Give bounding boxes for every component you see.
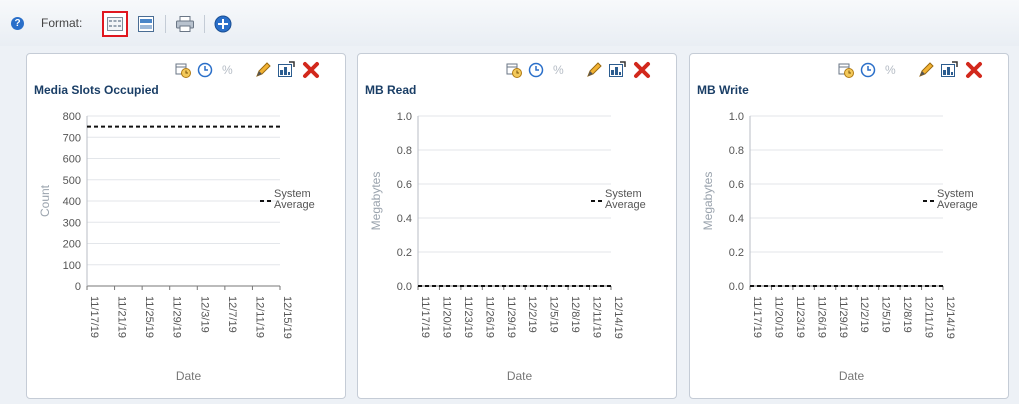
x-tick-label: 11/25/19 [143, 296, 155, 338]
y-tick-label: 0.6 [397, 179, 412, 191]
y-tick-label: 0.8 [729, 145, 744, 157]
x-tick-label: 12/15/19 [281, 296, 293, 339]
x-tick-label: 12/5/19 [548, 296, 560, 333]
y-tick-label: 0.2 [729, 247, 744, 259]
y-tick-label: 500 [63, 175, 81, 187]
x-tick-label: 11/26/19 [483, 296, 495, 338]
x-tick-label: 12/5/19 [880, 296, 892, 333]
y-tick-label: 200 [63, 239, 81, 251]
x-tick-label: 11/29/19 [505, 296, 517, 338]
y-tick-label: 1.0 [729, 111, 744, 123]
y-tick-label: 300 [63, 217, 81, 229]
x-tick-label: 12/11/19 [923, 296, 935, 338]
y-tick-label: 0.4 [397, 213, 412, 225]
y-tick-label: 100 [63, 260, 81, 272]
y-tick-label: 1.0 [397, 111, 412, 123]
toolbar: ? Format: [0, 0, 1019, 46]
add-icon [214, 15, 232, 33]
y-tick-label: 400 [63, 196, 81, 208]
x-tick-label: 12/3/19 [198, 296, 210, 333]
x-axis-title: Date [507, 369, 533, 383]
y-tick-label: 0 [75, 281, 81, 293]
x-tick-label: 11/29/19 [171, 296, 183, 338]
y-axis-title: Megabytes [369, 172, 383, 231]
toolbar-divider [165, 15, 166, 33]
x-tick-label: 12/8/19 [901, 296, 913, 333]
y-axis-title: Megabytes [701, 172, 715, 231]
chart-panel-mb-read: MB Read % 1.0 0.8 0.6 0.4 0.2 0.0 11/17/19 11/2… [357, 53, 677, 399]
chart-panel-media-slots: Media Slots Occupied % 800 700 600 500 400 30… [26, 53, 346, 399]
x-tick-label: 12/11/19 [253, 296, 265, 338]
x-tick-label: 12/14/19 [944, 296, 956, 339]
x-tick-label: 11/17/19 [88, 296, 100, 338]
x-tick-label: 11/20/19 [772, 296, 784, 338]
question-icon[interactable]: ? [11, 17, 24, 30]
chart-media-slots: 800 700 600 500 400 300 200 100 0 11/17/19 11/21/1… [38, 111, 315, 383]
x-tick-label: 12/2/19 [858, 296, 870, 333]
x-axis-title: Date [176, 369, 202, 383]
legend-label: Average [937, 199, 978, 211]
y-tick-label: 0.2 [397, 247, 412, 259]
chart-mb-read: 1.0 0.8 0.6 0.4 0.2 0.0 11/17/19 11/20/19 11/23/… [369, 111, 646, 383]
legend: SystemAverage [591, 188, 646, 211]
format-label: Format: [41, 16, 83, 30]
x-tick-label: 11/29/19 [837, 296, 849, 338]
x-tick-label: 11/17/19 [419, 296, 431, 338]
print-button[interactable] [172, 11, 198, 37]
x-tick-label: 11/20/19 [440, 296, 452, 338]
single-layout-button[interactable] [133, 11, 159, 37]
grid-layout-icon [107, 17, 123, 31]
x-tick-label: 11/23/19 [462, 296, 474, 338]
x-tick-label: 11/21/19 [116, 296, 128, 338]
print-icon [176, 16, 194, 32]
y-tick-label: 700 [63, 132, 81, 144]
y-tick-label: 0.8 [397, 145, 412, 157]
legend: SystemAverage [923, 188, 978, 211]
x-tick-label: 12/7/19 [226, 296, 238, 333]
x-tick-label: 12/2/19 [526, 296, 538, 333]
chart-mb-write: 1.0 0.8 0.6 0.4 0.2 0.0 11/17/19 11/20/19 11/23/… [701, 111, 978, 383]
x-axis-title: Date [839, 369, 865, 383]
add-button[interactable] [210, 11, 236, 37]
single-layout-icon [138, 16, 154, 32]
y-tick-label: 0.0 [397, 281, 412, 293]
y-tick-label: 0.4 [729, 213, 744, 225]
legend-label: Average [274, 199, 315, 211]
y-axis-title: Count [38, 184, 52, 217]
x-tick-label: 12/11/19 [591, 296, 603, 338]
x-tick-label: 12/14/19 [612, 296, 624, 339]
toolbar-divider [204, 15, 205, 33]
x-tick-label: 11/26/19 [815, 296, 827, 338]
y-tick-label: 0.6 [729, 179, 744, 191]
legend-label: Average [605, 199, 646, 211]
x-tick-label: 12/8/19 [569, 296, 581, 333]
y-tick-label: 800 [63, 111, 81, 123]
chart-panel-mb-write: MB Write % 1.0 0.8 0.6 0.4 0.2 0.0 11/17/19 11/… [689, 53, 1009, 399]
y-tick-label: 0.0 [729, 281, 744, 293]
x-tick-label: 11/17/19 [751, 296, 763, 338]
grid-layout-button[interactable] [102, 11, 128, 37]
legend: SystemAverage [260, 188, 315, 211]
y-tick-label: 600 [63, 154, 81, 166]
x-tick-label: 11/23/19 [794, 296, 806, 338]
